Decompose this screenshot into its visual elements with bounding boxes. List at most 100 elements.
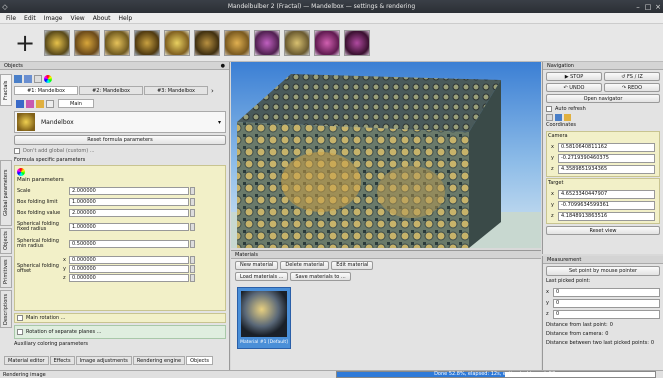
save-icon[interactable] xyxy=(24,75,32,83)
preset-thumbnail[interactable] xyxy=(134,29,160,56)
tab-rendering-engine[interactable]: Rendering engine xyxy=(132,356,186,365)
target-z-input[interactable]: 4.1848913863516 xyxy=(558,211,655,221)
sph-offset-y[interactable]: 0.000000 xyxy=(69,265,189,273)
copy-icon[interactable] xyxy=(34,75,42,83)
tab-effects[interactable]: Effects xyxy=(49,356,75,365)
main-rotation-row[interactable]: Main rotation ... xyxy=(14,313,226,323)
menu-help[interactable]: Help xyxy=(118,15,132,22)
param-input[interactable]: 2.000000 xyxy=(69,187,189,195)
edit-material-button[interactable]: Edit material xyxy=(331,260,374,270)
reset-formula-button[interactable]: Reset formula parameters xyxy=(14,135,226,145)
spin-icon[interactable] xyxy=(190,274,195,282)
stop-button[interactable]: ▶ STOP xyxy=(546,72,602,81)
preset-thumbnail[interactable] xyxy=(314,29,340,56)
tab-global-parameters[interactable]: Global parameters xyxy=(0,160,12,226)
preset-thumbnail[interactable] xyxy=(194,29,220,56)
maximize-button[interactable]: □ xyxy=(643,3,653,11)
fractal-icon[interactable] xyxy=(16,99,24,108)
target-y-input[interactable]: -0.7099634599361 xyxy=(558,200,655,210)
camera-group: Camera x 0.5810640811162 y -0.271939046037… xyxy=(546,131,660,177)
menu-view[interactable]: View xyxy=(70,15,84,22)
tab-main[interactable]: Main xyxy=(58,99,94,108)
camera-x-input[interactable]: 0.5810640811162 xyxy=(558,142,655,152)
save-materials-button[interactable]: Save materials to ... xyxy=(290,272,351,281)
save-icon[interactable] xyxy=(555,114,562,121)
checkbox[interactable] xyxy=(17,315,23,321)
checkbox[interactable] xyxy=(17,329,23,335)
dist-between-value: 0 xyxy=(650,339,655,346)
cube-icon[interactable] xyxy=(36,99,44,108)
preset-thumbnail[interactable] xyxy=(44,29,70,56)
formula-selector[interactable]: Mandelbox ▾ xyxy=(14,111,226,133)
copy-icon[interactable] xyxy=(546,114,553,121)
measure-z-input[interactable]: 0 xyxy=(553,309,660,319)
spin-icon[interactable] xyxy=(190,223,195,231)
preset-thumbnail[interactable] xyxy=(254,29,280,56)
spin-icon[interactable] xyxy=(190,187,195,195)
menu-edit[interactable]: Edit xyxy=(24,15,36,22)
tab-formula-1[interactable]: #1: Mandelbox xyxy=(14,86,78,95)
chevron-right-icon[interactable]: › xyxy=(211,87,214,95)
axis-x-label: x xyxy=(551,191,554,197)
tab-fractals[interactable]: Fractals xyxy=(0,74,12,106)
rotation-planes-row[interactable]: Rotation of separate planes ... xyxy=(14,325,226,339)
palette-icon[interactable] xyxy=(44,75,52,83)
doc-icon[interactable] xyxy=(46,99,54,108)
material-item[interactable]: Material #1 [Default] xyxy=(237,287,291,349)
checkbox[interactable] xyxy=(14,148,20,154)
preset-thumbnail[interactable] xyxy=(164,29,190,56)
delete-material-button[interactable]: Delete material xyxy=(280,260,330,270)
minimize-button[interactable]: – xyxy=(633,3,643,11)
fs-iz-button[interactable]: ↺ FS / IZ xyxy=(604,72,660,81)
preset-thumbnail[interactable] xyxy=(344,29,370,56)
spin-icon[interactable] xyxy=(190,240,195,248)
param-box-limit: Box folding limit 1.000000 xyxy=(17,197,223,207)
tab-objects[interactable]: Objects xyxy=(0,228,12,254)
paste-icon[interactable] xyxy=(564,114,571,121)
menu-file[interactable]: File xyxy=(6,15,16,22)
menu-bar: File Edit Image View About Help xyxy=(0,13,663,24)
param-input[interactable]: 2.000000 xyxy=(69,209,189,217)
tab-formula-2[interactable]: #2: Mandelbox xyxy=(79,86,143,95)
camera-y-input[interactable]: -0.2719390460375 xyxy=(558,153,655,163)
tab-material-editor[interactable]: Material editor xyxy=(4,356,49,365)
load-materials-button[interactable]: Load materials ... xyxy=(235,272,289,281)
tab-objects-bottom[interactable]: Objects xyxy=(186,356,213,365)
spin-icon[interactable] xyxy=(190,256,195,264)
new-material-button[interactable]: New material xyxy=(235,260,279,270)
menu-image[interactable]: Image xyxy=(44,15,63,22)
spin-icon[interactable] xyxy=(190,265,195,273)
param-input[interactable]: 1.000000 xyxy=(69,223,189,231)
close-panel-icon[interactable]: ● xyxy=(221,63,225,69)
preset-thumbnail[interactable] xyxy=(74,29,100,56)
measure-y-input[interactable]: 0 xyxy=(553,298,660,308)
param-input[interactable]: 1.000000 xyxy=(69,198,189,206)
preset-thumbnail[interactable] xyxy=(284,29,310,56)
tab-descriptions[interactable]: Descriptions xyxy=(0,290,12,328)
tab-image-adjustments[interactable]: Image adjustments xyxy=(75,356,132,365)
undo-button[interactable]: ↶ UNDO xyxy=(546,83,602,92)
param-input[interactable]: 0.500000 xyxy=(69,240,189,248)
preset-thumbnail[interactable] xyxy=(104,29,130,56)
flower-icon[interactable] xyxy=(26,99,34,108)
tab-primitives[interactable]: Primitives xyxy=(0,256,12,288)
redo-button[interactable]: ↷ REDO xyxy=(604,83,660,92)
target-x-input[interactable]: 4.6523340447907 xyxy=(558,189,655,199)
sph-offset-x[interactable]: 0.000000 xyxy=(69,256,189,264)
spin-icon[interactable] xyxy=(190,209,195,217)
camera-z-input[interactable]: 4.3589851934365 xyxy=(558,164,655,174)
set-point-button[interactable]: Set point by mouse pointer xyxy=(546,266,660,276)
checkbox[interactable] xyxy=(546,105,552,112)
folder-icon[interactable] xyxy=(14,75,22,83)
reset-view-button[interactable]: Reset view xyxy=(546,226,660,235)
open-navigator-button[interactable]: Open navigator xyxy=(546,94,660,103)
sph-offset-z[interactable]: 0.000000 xyxy=(69,274,189,282)
measure-x-input[interactable]: 0 xyxy=(553,287,660,297)
preset-thumbnail[interactable] xyxy=(224,29,250,56)
add-preset-icon[interactable]: + xyxy=(10,29,40,57)
tab-formula-3[interactable]: #3: Mandelbox xyxy=(144,86,208,95)
close-button[interactable]: × xyxy=(653,3,663,11)
render-view[interactable] xyxy=(231,62,541,248)
menu-about[interactable]: About xyxy=(93,15,111,22)
spin-icon[interactable] xyxy=(190,198,195,206)
